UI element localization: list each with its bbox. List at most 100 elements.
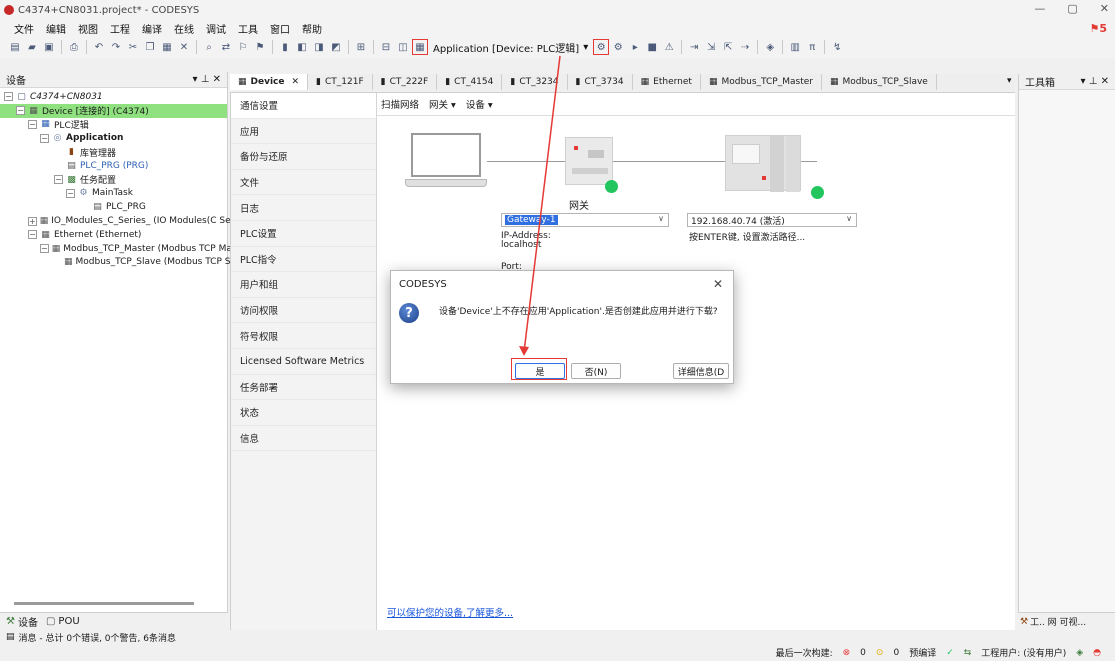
collapse-icon[interactable]: − [4,92,13,102]
tab-ct-222f[interactable]: ▮ CT_222F [373,74,438,90]
watch3-icon[interactable]: ◩ [329,40,343,54]
paste-icon[interactable]: ▦ [160,40,174,54]
menu-online[interactable]: 在线 [174,21,194,36]
tree-node-maintask[interactable]: − ⚙ MainTask [0,187,227,201]
nav-information[interactable]: 信息 [231,426,376,452]
menu-view[interactable]: 视图 [78,21,98,36]
minimize-button[interactable]: — [1034,2,1045,15]
replace-icon[interactable]: ⇄ [219,40,233,54]
menu-debug[interactable]: 调试 [206,21,226,36]
tab-pou[interactable]: ▢ POU [46,616,80,627]
device-select[interactable]: 192.168.40.74 (激活) ∨ [687,213,857,227]
expand-icon[interactable]: + [28,216,37,226]
new-project-icon[interactable]: ▤ [8,40,22,54]
no-button[interactable]: 否(N) [571,363,621,379]
horizontal-scrollbar[interactable] [14,602,194,605]
right-pane-tabs-label[interactable]: 工.. 网 可视... [1030,615,1086,628]
bookmark-next-icon[interactable]: ⚑ [253,40,267,54]
collapse-icon[interactable]: − [28,230,37,240]
tab-ct-3234[interactable]: ▮ CT_3234 [502,74,568,90]
run-to-cursor-icon[interactable]: ⇢ [738,40,752,54]
step-over-icon[interactable]: ⇥ [687,40,701,54]
new-object-icon[interactable]: ◫ [396,40,410,54]
pane-controls[interactable]: ▾ ⊥ ✕ [193,74,221,85]
tab-devices[interactable]: ⚒ 设备 [6,614,38,629]
save-icon[interactable]: ▣ [42,40,56,54]
menu-project[interactable]: 工程 [110,21,130,36]
close-button[interactable]: ✕ [1100,2,1109,15]
step-into-icon[interactable]: ⇲ [704,40,718,54]
compile-icon[interactable]: ⊞ [354,40,368,54]
nav-log[interactable]: 日志 [231,195,376,221]
tree-node-modbus-master[interactable]: − ▦ Modbus_TCP_Master (Modbus TCP Maste [0,242,246,256]
nav-task-deployment[interactable]: 任务部署 [231,375,376,401]
nav-communication-settings[interactable]: 通信设置 [231,93,376,119]
tree-node-project[interactable]: − ▢ C4374+CN8031 [0,90,227,104]
online-status-icon[interactable]: ◓ [1093,648,1101,658]
menu-window[interactable]: 窗口 [270,21,290,36]
bookmark-icon[interactable]: ⚐ [236,40,250,54]
watch-icon[interactable]: ◧ [295,40,309,54]
step-out-icon[interactable]: ⇱ [721,40,735,54]
undo-icon[interactable]: ↶ [92,40,106,54]
tree-node-plc-logic[interactable]: − ▦ PLC逻辑 [0,118,227,132]
dialog-close-icon[interactable]: ✕ [713,277,723,291]
nav-files[interactable]: 文件 [231,170,376,196]
tab-list-dropdown-icon[interactable]: ▾ [1007,76,1012,86]
watch2-icon[interactable]: ◨ [312,40,326,54]
nav-applications[interactable]: 应用 [231,119,376,145]
tab-ethernet[interactable]: ▦ Ethernet [633,74,701,90]
unforce-icon[interactable]: π [805,40,819,54]
collapse-icon[interactable]: − [54,175,63,185]
toolbox-tab-icon[interactable]: ⚒ [1020,617,1028,627]
protect-device-link[interactable]: 可以保护您的设备,了解更多... [387,605,513,619]
add-object-icon[interactable]: ⊟ [379,40,393,54]
find-icon[interactable]: ⌕ [202,40,216,54]
reset-icon[interactable]: ⚠ [662,40,676,54]
monitor-icon[interactable]: ↯ [830,40,844,54]
menu-edit[interactable]: 编辑 [46,21,66,36]
nav-licensed-software-metrics[interactable]: Licensed Software Metrics [231,349,376,375]
menu-build[interactable]: 编译 [142,21,162,36]
messages-bar[interactable]: ▤ 消息 - 总计 0个错误, 0个警告, 6条消息 [0,630,1115,644]
gateway-menu-button[interactable]: 网关 ▾ [429,97,456,111]
active-application-combo[interactable]: Application [Device: PLC逻辑] ▾ [430,39,591,55]
gateway-select[interactable]: Gateway-1 ∨ [501,213,669,227]
precompile-toggle-icon[interactable]: ⇆ [964,648,972,658]
scan-network-button[interactable]: 扫描网络 [381,97,419,111]
stop-icon[interactable]: ■ [645,40,659,54]
tree-node-device[interactable]: − ▦ Device [连接的] (C4374) [0,103,227,118]
menu-file[interactable]: 文件 [14,21,34,36]
close-tab-icon[interactable]: ✕ [291,77,299,87]
copy-icon[interactable]: ❐ [143,40,157,54]
pane-controls[interactable]: ▾ ⊥ ✕ [1081,76,1109,87]
delete-icon[interactable]: ✕ [177,40,191,54]
collapse-icon[interactable]: − [66,188,75,198]
device-menu-button[interactable]: 设备 ▾ [466,97,493,111]
device-icon[interactable]: ▦ [412,39,428,55]
menu-tools[interactable]: 工具 [238,21,258,36]
tree-node-plc-prg-call[interactable]: ▤ PLC_PRG [0,200,227,214]
collapse-icon[interactable]: − [40,133,49,143]
tree-node-plc-prg[interactable]: ▤ PLC_PRG (PRG) [0,159,227,173]
cut-icon[interactable]: ✂ [126,40,140,54]
run-icon[interactable]: ▸ [628,40,642,54]
nav-users-groups[interactable]: 用户和组 [231,272,376,298]
tab-ct-3734[interactable]: ▮ CT_3734 [568,74,633,90]
collapse-icon[interactable]: − [16,106,25,116]
collapse-icon[interactable]: − [28,119,37,129]
nav-plc-settings[interactable]: PLC设置 [231,221,376,247]
force-values-icon[interactable]: ▥ [788,40,802,54]
tab-device[interactable]: ▦ Device ✕ [230,74,309,90]
notification-flag[interactable]: ⚑5 [1089,22,1107,35]
redo-icon[interactable]: ↷ [109,40,123,54]
tab-modbus-master[interactable]: ▦ Modbus_TCP_Master [701,74,822,90]
tree-node-modbus-slave[interactable]: ▦ Modbus_TCP_Slave (Modbus TCP Sla [0,256,238,270]
tree-node-task-config[interactable]: − ▩ 任务配置 [0,173,227,187]
tree-node-ethernet[interactable]: − ▦ Ethernet (Ethernet) [0,228,227,242]
nav-symbol-rights[interactable]: 符号权限 [231,323,376,349]
details-button[interactable]: 详细信息(D [673,363,729,379]
tree-node-io-modules[interactable]: + ▦ IO_Modules_C_Series_ (IO Modules(C S… [0,214,247,228]
print-icon[interactable]: ⎙ [67,40,81,54]
collapse-icon[interactable]: − [40,244,49,254]
